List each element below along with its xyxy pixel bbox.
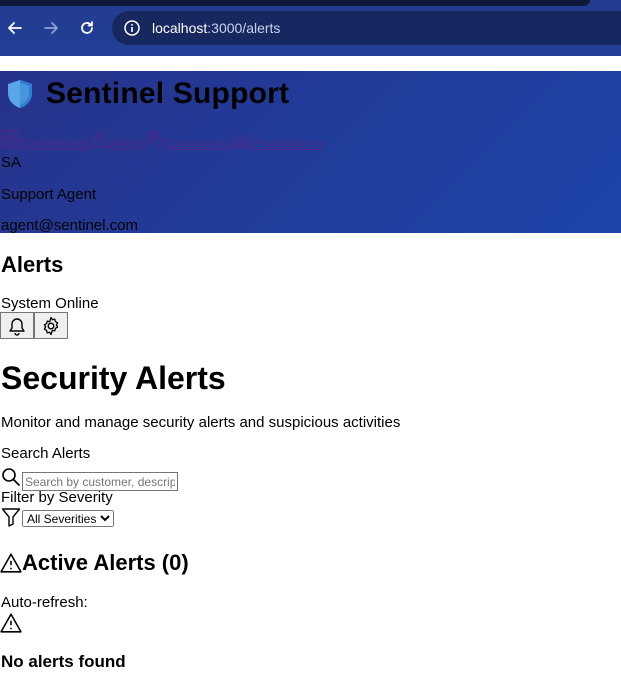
search-icon [2, 468, 20, 486]
system-status: System Online [1, 295, 99, 312]
brand-title: Sentinel Support [46, 77, 290, 110]
shield-icon [8, 80, 32, 108]
browser-toolbar: localhost:3000/alerts [0, 0, 621, 56]
user-email: agent@sentinel.com [1, 217, 138, 234]
brand: Sentinel Support [6, 77, 289, 111]
tab-strip [0, 0, 590, 6]
section-description: Monitor and manage security alerts and s… [1, 414, 401, 431]
user-role: Support Agent [1, 186, 97, 203]
search-row [1, 463, 178, 491]
settings-button[interactable] [34, 312, 68, 339]
users-icon [144, 131, 164, 148]
forward-button[interactable] [39, 16, 63, 40]
search-label: Search Alerts [1, 445, 91, 462]
grid-icon [1, 130, 19, 148]
topbar-actions [0, 312, 68, 339]
empty-state-title: No alerts found [1, 652, 126, 671]
nav-link-alerts[interactable]: Alerts [88, 129, 144, 151]
active-alerts-title: Active Alerts (0) [22, 550, 189, 575]
main-nav: Dashboard Alerts Customers Evaluations [0, 129, 324, 151]
page-title: Alerts [1, 252, 64, 277]
nav-link-customers[interactable]: Customers [144, 129, 232, 151]
filter-label: Filter by Severity [1, 489, 113, 506]
url-text: localhost:3000/alerts [152, 20, 281, 36]
alert-triangle-icon [0, 553, 22, 573]
arrow-left-icon [8, 22, 22, 34]
alert-triangle-icon [88, 130, 109, 148]
filter-row: All Severities [1, 507, 114, 527]
notifications-button[interactable] [0, 312, 34, 339]
severity-select[interactable]: All Severities [22, 510, 114, 527]
gear-icon [43, 316, 59, 335]
active-alerts-heading: Active Alerts (0) [0, 550, 189, 576]
auto-refresh-label: Auto-refresh: [1, 594, 88, 611]
back-button[interactable] [3, 16, 27, 40]
address-bar[interactable]: localhost:3000/alerts [112, 11, 621, 45]
bell-icon [9, 317, 25, 336]
app-header: Sentinel Support Dashboard Alerts Custom… [0, 71, 621, 234]
bookmark-gap [0, 56, 621, 71]
section-title: Security Alerts [1, 360, 226, 396]
arrow-right-icon [44, 22, 58, 34]
nav-link-dashboard[interactable]: Dashboard [0, 129, 89, 151]
reload-button[interactable] [75, 16, 99, 40]
info-icon[interactable] [122, 18, 142, 38]
alert-triangle-icon [0, 613, 22, 633]
filter-icon [1, 508, 21, 527]
chart-icon [233, 131, 250, 148]
nav-link-evaluations[interactable]: Evaluations [232, 129, 324, 151]
reload-icon [81, 21, 93, 34]
user-avatar-initials: SA [1, 154, 22, 171]
